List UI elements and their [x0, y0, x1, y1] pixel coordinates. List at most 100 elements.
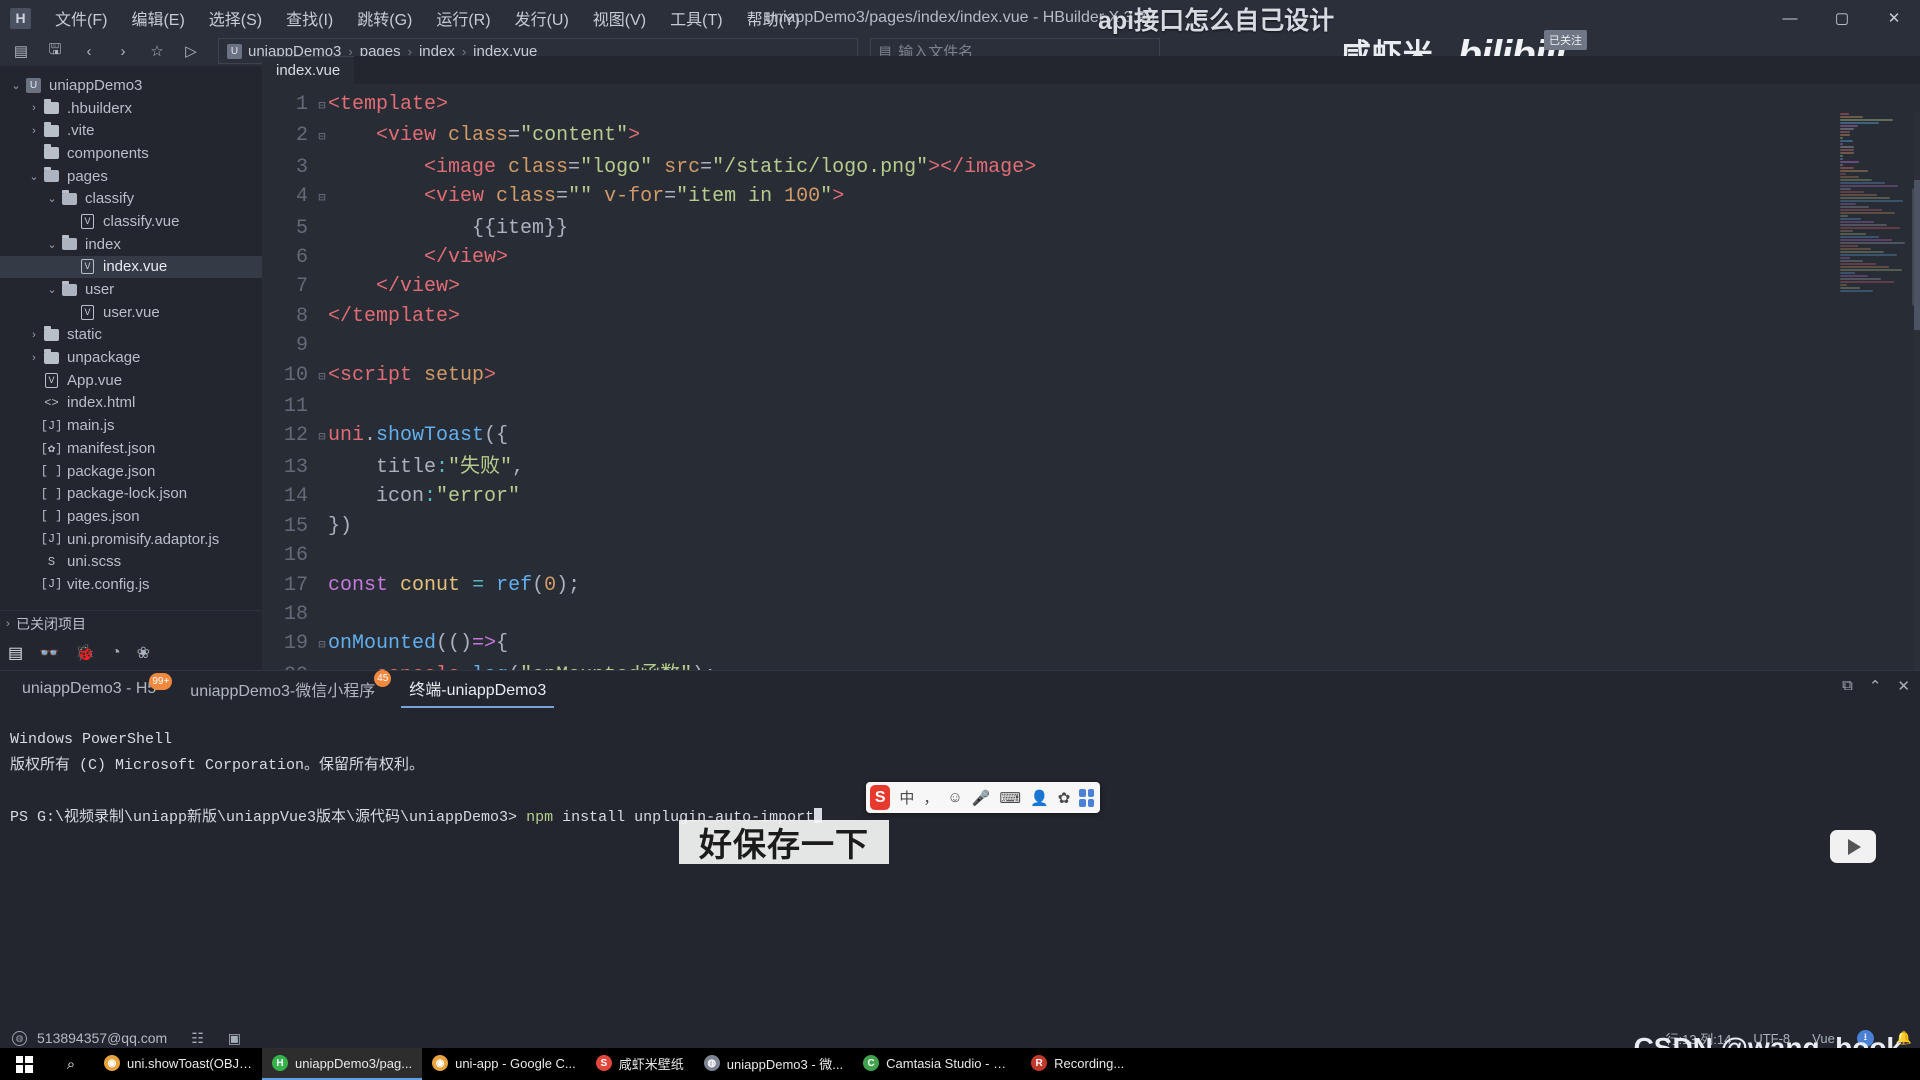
chevron-right-icon[interactable]: › [26, 352, 42, 364]
save-icon[interactable]: 🖫 [38, 38, 72, 64]
ime-mode-icon[interactable]: 中 [899, 787, 914, 808]
menu-item-8[interactable]: 工具(T) [658, 2, 734, 34]
chevron-down-icon[interactable]: ⌄ [44, 238, 60, 251]
taskbar-item-4[interactable]: ◍ uniappDemo3 - 微... [694, 1048, 853, 1080]
tree-item-pages-json[interactable]: [ ] pages.json [0, 505, 262, 528]
taskbar-item-3[interactable]: S 咸虾米壁纸 [586, 1048, 694, 1080]
panel-tabs[interactable]: uniappDemo3 - H5 99+ uniappDemo3-微信小程序 45 终端… [0, 670, 1920, 713]
tree-item-classify-vue[interactable]: Vclassify.vue [0, 210, 262, 233]
chevron-right-icon[interactable]: › [26, 125, 42, 137]
fold-toggle-icon[interactable]: ⊟ [316, 363, 328, 392]
tree-item-app-vue[interactable]: V App.vue [0, 369, 262, 392]
tree-item-package-json[interactable]: [ ] package.json [0, 460, 262, 483]
taskbar-search-icon[interactable]: ⌕ [48, 1048, 94, 1080]
menu-item-1[interactable]: 编辑(E) [119, 2, 196, 34]
editor-scrollbar-rail[interactable] [1914, 112, 1920, 670]
tree-item-user[interactable]: ⌄ user [0, 278, 262, 301]
sidebar-toggle-icon[interactable]: ▤ [4, 38, 38, 64]
start-button[interactable] [0, 1048, 48, 1080]
tree-item-unpackage[interactable]: › unpackage [0, 346, 262, 369]
windows-taskbar[interactable]: ⌕ ◉ uni.showToast(OBJE... HuniappDemo3/pag… [0, 1048, 1920, 1080]
code-editor[interactable]: index.vue 1 ⊟ <template> 2 ⊟ <view class="co… [262, 56, 1920, 670]
chevron-right-icon[interactable]: › [26, 329, 42, 341]
ime-emoji-icon[interactable]: ☺ [947, 789, 962, 806]
tree-item-user-vue[interactable]: Vuser.vue [0, 301, 262, 324]
panel-tab-1[interactable]: uniappDemo3-微信小程序 45 [182, 670, 392, 707]
tree-item--hbuilderx[interactable]: › .hbuilderx [0, 97, 262, 120]
taskbar-item-2[interactable]: ◉ uni-app - Google C... [422, 1048, 586, 1080]
tree-item-uni-promisify-adaptor-js[interactable]: [J] uni.promisify.adaptor.js [0, 528, 262, 551]
ime-mic-icon[interactable]: 🎤 [972, 789, 991, 807]
tree-item-index-vue[interactable]: Vindex.vue [0, 255, 262, 279]
ime-flower-icon[interactable]: ✿ [1058, 789, 1071, 807]
fold-toggle-icon[interactable]: ⊟ [316, 92, 328, 121]
close-button[interactable]: ✕ [1868, 0, 1920, 36]
menu-item-7[interactable]: 视图(V) [581, 2, 658, 34]
tree-item-classify[interactable]: ⌄ classify [0, 187, 262, 210]
extension-icon[interactable]: ❀ [137, 643, 150, 663]
ime-toolbar[interactable]: S 中 ， ☺ 🎤 ⌨ 👤 ✿ [866, 782, 1100, 813]
code-area[interactable]: 1 ⊟ <template> 2 ⊟ <view class="content"> 3 <… [262, 84, 1920, 670]
close-panel-icon[interactable]: ✕ [1897, 677, 1910, 695]
new-terminal-icon[interactable]: ⧉ [1842, 677, 1853, 695]
taskbar-item-6[interactable]: R Recording... [1021, 1048, 1134, 1080]
taskbar-item-1[interactable]: HuniappDemo3/pag... [262, 1048, 423, 1080]
bottom-panel[interactable]: uniappDemo3 - H5 99+ uniappDemo3-微信小程序 45 终端… [0, 670, 1920, 1020]
chevron-down-icon[interactable]: ⌄ [44, 283, 60, 296]
panel-actions[interactable]: ⧉ ⌃ ✕ [1842, 677, 1910, 695]
ime-punctuation-icon[interactable]: ， [923, 787, 938, 808]
tree-item-static[interactable]: › static [0, 324, 262, 347]
tree-item-package-lock-json[interactable]: [ ] package-lock.json [0, 482, 262, 505]
sidebar-tool-strip[interactable]: ▤ 👓 🐞 ◔ ❀ [0, 636, 262, 670]
tree-item-vite-config-js[interactable]: [J] vite.config.js [0, 573, 262, 596]
taskbar-item-0[interactable]: ◉ uni.showToast(OBJE... [94, 1048, 262, 1080]
menu-item-3[interactable]: 查找(I) [274, 2, 345, 34]
chevron-right-icon[interactable]: › [26, 102, 42, 114]
search-icon[interactable]: 👓 [39, 643, 59, 663]
tree-item-index[interactable]: ⌄ index [0, 233, 262, 256]
chevron-down-icon[interactable]: ⌄ [26, 170, 42, 183]
menu-item-0[interactable]: 文件(F) [43, 2, 119, 34]
menu-item-9[interactable]: 帮助(Y) [735, 2, 812, 34]
account-avatar-icon[interactable]: ◍ [12, 1030, 27, 1046]
menu-item-6[interactable]: 发行(U) [503, 2, 581, 34]
run-icon[interactable]: ▷ [174, 38, 208, 64]
editor-tabstrip[interactable]: index.vue [262, 56, 1920, 84]
account-email[interactable]: 513894357@qq.com [37, 1030, 167, 1046]
console-icon[interactable]: ▣ [228, 1030, 241, 1047]
ime-apps-grid-icon[interactable] [1079, 788, 1094, 807]
terminal-output[interactable]: Windows PowerShell 版权所有 (C) Microsoft Co… [0, 713, 1920, 831]
fold-toggle-icon[interactable]: ⊟ [316, 423, 328, 452]
explorer-icon[interactable]: ▤ [8, 643, 23, 663]
panel-tab-0[interactable]: uniappDemo3 - H5 99+ [14, 673, 173, 704]
tree-item-components[interactable]: components [0, 142, 262, 165]
ime-user-icon[interactable]: 👤 [1030, 789, 1049, 807]
menu-item-2[interactable]: 选择(S) [197, 2, 274, 34]
debug-icon[interactable]: 🐞 [75, 643, 95, 663]
tree-item-uniappdemo3[interactable]: ⌄ UuniappDemo3 [0, 74, 262, 97]
floating-player-button[interactable] [1830, 830, 1876, 863]
back-icon[interactable]: ‹ [72, 38, 106, 64]
taskbar-items[interactable]: ◉ uni.showToast(OBJE... HuniappDemo3/pag..… [94, 1048, 1134, 1080]
chevron-down-icon[interactable]: ⌄ [8, 79, 24, 92]
maximize-button[interactable]: ▢ [1816, 0, 1868, 36]
fold-toggle-icon[interactable]: ⊟ [316, 123, 328, 152]
ime-keyboard-icon[interactable]: ⌨ [999, 789, 1021, 807]
tree-item-index-html[interactable]: <> index.html [0, 392, 262, 415]
list-icon[interactable]: ☷ [191, 1030, 204, 1047]
tree-item-uni-scss[interactable]: Suni.scss [0, 550, 262, 573]
editor-tab-index-vue[interactable]: index.vue [262, 56, 355, 84]
minimize-button[interactable]: — [1764, 0, 1816, 36]
source-code[interactable]: 1 ⊟ <template> 2 ⊟ <view class="content"> 3 <… [262, 84, 1920, 670]
tree-item-pages[interactable]: ⌄ pages [0, 165, 262, 188]
tree-item-main-js[interactable]: [J] main.js [0, 414, 262, 437]
tree-item-manifest-json[interactable]: [✿] manifest.json [0, 437, 262, 460]
follow-badge[interactable]: 已关注 [1544, 30, 1587, 50]
fold-toggle-icon[interactable]: ⊟ [316, 184, 328, 213]
panel-tab-2[interactable]: 终端-uniappDemo3 [401, 676, 555, 708]
menu-item-5[interactable]: 运行(R) [424, 2, 502, 34]
forward-icon[interactable]: › [106, 38, 140, 64]
file-explorer-sidebar[interactable]: ⌄ UuniappDemo3 › .hbuilderx › .vite components… [0, 66, 262, 670]
terminal-icon[interactable]: ◔ [111, 644, 121, 662]
taskbar-item-5[interactable]: C Camtasia Studio - U... [853, 1048, 1021, 1080]
